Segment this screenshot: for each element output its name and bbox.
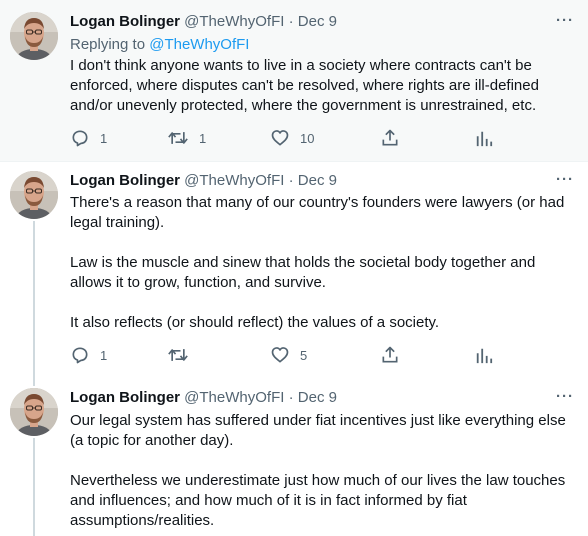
retweet-icon	[167, 128, 189, 148]
retweet-count: 1	[199, 130, 207, 146]
separator: ·	[288, 172, 294, 189]
analytics-button[interactable]	[475, 344, 493, 366]
more-options-icon[interactable]: ···	[556, 171, 574, 188]
tweet-paragraph: I don't think anyone wants to live in a …	[70, 57, 539, 114]
analytics-icon	[475, 128, 493, 148]
analytics-button[interactable]	[475, 127, 493, 149]
author-name[interactable]: Logan Bolinger	[70, 13, 180, 30]
share-icon	[380, 345, 400, 365]
thread-line	[33, 438, 35, 536]
tweet-paragraph: Law is the muscle and sinew that holds t…	[70, 254, 536, 291]
author-name[interactable]: Logan Bolinger	[70, 172, 180, 189]
tweet-3[interactable]: Logan Bolinger @TheWhyOfFI · Dec 9 ··· O…	[0, 376, 588, 536]
like-count: 5	[300, 347, 308, 363]
tweet-text: Our legal system has suffered under fiat…	[70, 411, 575, 531]
tweet-text: There's a reason that many of our countr…	[70, 193, 575, 333]
tweet-2[interactable]: Logan Bolinger @TheWhyOfFI · Dec 9 ··· T…	[0, 161, 588, 376]
tweet-paragraph: Our legal system has suffered under fiat…	[70, 412, 566, 449]
tweet-1[interactable]: Logan Bolinger @TheWhyOfFI · Dec 9 ··· R…	[0, 0, 588, 162]
tweet-paragraph: Nevertheless we underestimate just how m…	[70, 472, 566, 529]
avatar[interactable]	[10, 12, 58, 60]
tweet-date[interactable]: Dec 9	[298, 172, 337, 189]
tweet-paragraph: It also reflects (or should reflect) the…	[70, 314, 440, 331]
like-button[interactable]: 10	[270, 127, 314, 149]
tweet-header: Logan Bolinger @TheWhyOfFI · Dec 9	[70, 171, 337, 191]
tweet-text: I don't think anyone wants to live in a …	[70, 56, 575, 116]
reply-button[interactable]: 1	[70, 344, 107, 366]
tweet-actions: 1 5	[70, 344, 510, 366]
author-handle[interactable]: @TheWhyOfFI	[184, 13, 284, 30]
share-button[interactable]	[380, 344, 400, 366]
tweet-header: Logan Bolinger @TheWhyOfFI · Dec 9	[70, 388, 337, 408]
like-count: 10	[300, 130, 315, 146]
like-button[interactable]: 5	[270, 344, 307, 366]
reply-count: 1	[100, 347, 108, 363]
retweet-button[interactable]	[167, 344, 199, 366]
thread-line	[33, 221, 35, 376]
more-options-icon[interactable]: ···	[556, 12, 574, 29]
tweet-paragraph: There's a reason that many of our countr…	[70, 194, 565, 231]
thread-line	[33, 376, 35, 386]
avatar[interactable]	[10, 388, 58, 436]
reply-count: 1	[100, 130, 108, 146]
more-options-icon[interactable]: ···	[556, 388, 574, 405]
tweet-date[interactable]: Dec 9	[298, 13, 337, 30]
replying-handle-link[interactable]: @TheWhyOfFI	[149, 36, 249, 53]
avatar[interactable]	[10, 171, 58, 219]
heart-icon	[270, 345, 290, 365]
reply-button[interactable]: 1	[70, 127, 107, 149]
tweet-actions: 1 1 10	[70, 127, 510, 149]
replying-to: Replying to @TheWhyOfFI	[70, 35, 249, 55]
heart-icon	[270, 128, 290, 148]
reply-icon	[70, 345, 90, 365]
author-name[interactable]: Logan Bolinger	[70, 389, 180, 406]
share-button[interactable]	[380, 127, 400, 149]
author-handle[interactable]: @TheWhyOfFI	[184, 389, 284, 406]
separator: ·	[288, 13, 294, 30]
replying-label: Replying to	[70, 36, 146, 53]
reply-icon	[70, 128, 90, 148]
tweet-date[interactable]: Dec 9	[298, 389, 337, 406]
author-handle[interactable]: @TheWhyOfFI	[184, 172, 284, 189]
retweet-button[interactable]: 1	[167, 127, 206, 149]
analytics-icon	[475, 345, 493, 365]
tweet-header: Logan Bolinger @TheWhyOfFI · Dec 9	[70, 12, 337, 32]
separator: ·	[288, 389, 294, 406]
share-icon	[380, 128, 400, 148]
retweet-icon	[167, 345, 189, 365]
